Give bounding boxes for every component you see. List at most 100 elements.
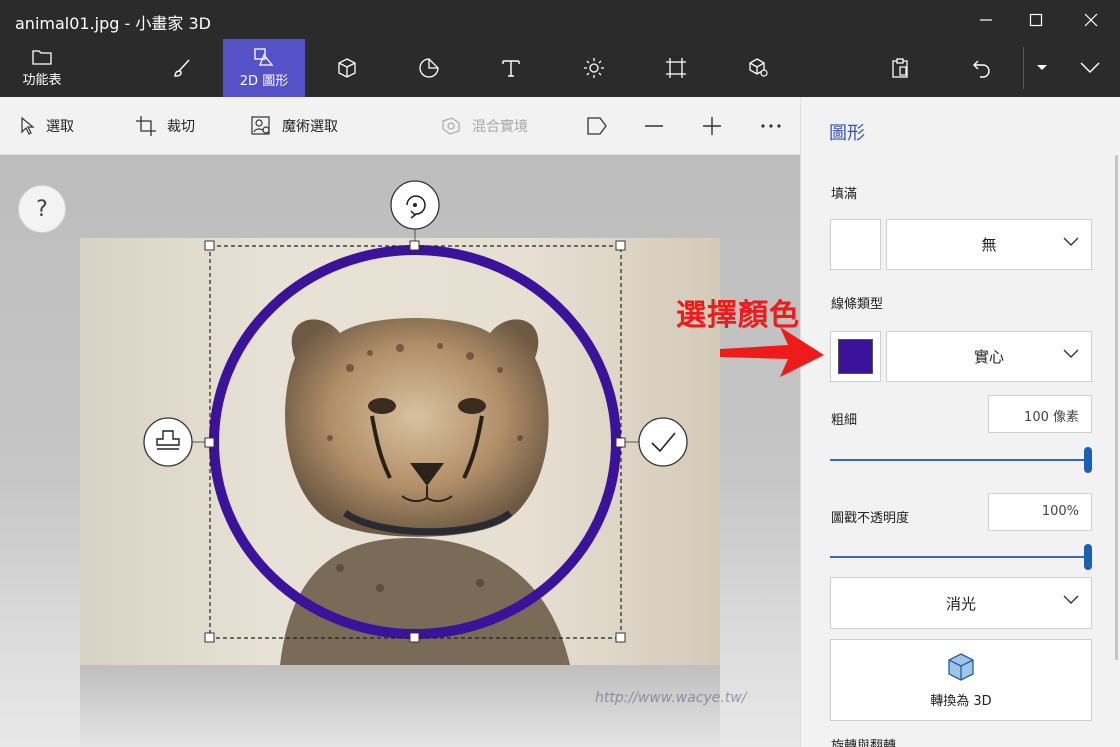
- history-dropdown[interactable]: [1028, 39, 1056, 97]
- window-title: animal01.jpg - 小畫家 3D: [15, 14, 211, 33]
- line-color-swatch[interactable]: [830, 331, 881, 382]
- close-button[interactable]: [1063, 0, 1118, 39]
- text-tool[interactable]: [489, 39, 533, 97]
- flag-shape-icon: [587, 117, 607, 135]
- menu-label: 功能表: [22, 73, 62, 88]
- magic-select-icon: [251, 116, 270, 135]
- resize-handle-s: [409, 632, 420, 643]
- resize-handle-nw: [204, 240, 215, 251]
- 3d-library-tool[interactable]: [736, 39, 780, 97]
- line-type-value: 實心: [973, 348, 1004, 366]
- thickness-input[interactable]: 100 像素: [988, 395, 1092, 433]
- text-icon: [502, 60, 520, 77]
- plus-icon: [703, 117, 721, 135]
- shapes-2d-icon: [254, 48, 274, 66]
- maximize-icon: [1029, 13, 1042, 26]
- 3d-library-icon: [749, 58, 768, 77]
- minimize-button[interactable]: [958, 0, 1013, 39]
- crop-button[interactable]: 裁切: [135, 97, 195, 155]
- resize-handle-sw: [204, 632, 215, 643]
- selection-toolbar: 選取 裁切 魔術選取 混合實境: [0, 97, 800, 155]
- help-label: ?: [36, 196, 48, 222]
- paste-button[interactable]: [878, 39, 922, 97]
- chevron-down-icon: [1063, 237, 1079, 246]
- finish-dropdown[interactable]: 消光: [830, 577, 1092, 629]
- toolbar-divider: [1023, 47, 1024, 89]
- shape-type-button[interactable]: [586, 97, 618, 155]
- opacity-slider-thumb[interactable]: [1084, 544, 1092, 570]
- opacity-label: 圖戳不透明度: [831, 511, 910, 526]
- zoom-in-button[interactable]: [702, 97, 732, 155]
- help-button[interactable]: ?: [18, 185, 66, 233]
- convert-to-3d-button[interactable]: 轉換為 3D: [830, 639, 1092, 721]
- minimize-icon: [979, 18, 992, 21]
- opacity-slider[interactable]: [830, 544, 1092, 570]
- resize-handle-se: [615, 632, 626, 643]
- crop-label: 裁切: [167, 119, 195, 135]
- crop-icon: [136, 116, 156, 136]
- shapes-2d-tool[interactable]: 2D 圖形: [223, 39, 305, 97]
- convert-to-3d-label: 轉換為 3D: [930, 693, 992, 709]
- panel-scrollbar[interactable]: [1115, 155, 1118, 660]
- chevron-down-icon: [1063, 595, 1079, 604]
- magic-select-button[interactable]: 魔術選取: [250, 97, 338, 155]
- shape-properties-panel: 圖形 填滿 無 線條類型 實心 粗細 100 像素 圖戳不透明度 100% 消光…: [800, 97, 1120, 747]
- fill-value: 無: [981, 236, 997, 254]
- selection-overlay: [143, 180, 688, 643]
- canvas-area[interactable]: ?: [0, 155, 800, 747]
- opacity-slider-track: [830, 556, 1092, 558]
- select-label: 選取: [46, 119, 74, 135]
- main-toolbar: 功能表 2D 圖形: [0, 39, 1120, 97]
- finish-value: 消光: [945, 594, 976, 613]
- more-options-button[interactable]: [760, 97, 792, 155]
- caret-down-icon: [1037, 65, 1047, 70]
- stickers-tool[interactable]: [407, 39, 451, 97]
- mixed-reality-label: 混合實境: [472, 119, 528, 135]
- mixed-reality-button[interactable]: 混合實境: [440, 97, 528, 155]
- resize-handle-n: [409, 240, 420, 251]
- minus-icon: [645, 125, 663, 127]
- cube-3d-icon: [948, 652, 974, 681]
- cube-icon: [338, 58, 356, 78]
- rotate-flip-label: 旋轉與翻轉: [831, 739, 897, 747]
- shapes-3d-tool[interactable]: [325, 39, 369, 97]
- stamp-icon: [143, 417, 193, 467]
- cursor-icon: [21, 116, 35, 135]
- confirm-checkmark-icon: [638, 417, 688, 467]
- rotate-handle-icon: [390, 180, 440, 230]
- fill-label: 填滿: [831, 187, 858, 202]
- thickness-slider-thumb[interactable]: [1084, 447, 1092, 473]
- mixed-reality-icon: [442, 117, 460, 135]
- fill-color-swatch[interactable]: [830, 219, 881, 270]
- watermark: http://www.wacye.tw/: [595, 690, 747, 706]
- canvas-tool[interactable]: [654, 39, 698, 97]
- line-type-label: 線條類型: [831, 297, 884, 312]
- close-icon: [1084, 13, 1097, 26]
- more-icon: [761, 124, 781, 128]
- effects-tool[interactable]: [572, 39, 616, 97]
- clipboard-icon: [892, 58, 908, 78]
- sun-icon: [584, 58, 604, 78]
- menu-button[interactable]: 功能表: [10, 39, 74, 97]
- thickness-label: 粗細: [831, 413, 858, 428]
- maximize-button[interactable]: [1008, 0, 1063, 39]
- shapes-2d-label: 2D 圖形: [239, 74, 289, 89]
- undo-icon: [973, 60, 990, 78]
- resize-handle-e: [615, 437, 626, 448]
- panel-title: 圖形: [829, 123, 865, 144]
- folder-icon: [32, 50, 52, 65]
- crop-frame-icon: [666, 58, 686, 78]
- undo-button[interactable]: [960, 39, 1004, 97]
- fill-dropdown[interactable]: 無: [886, 219, 1092, 270]
- thickness-slider[interactable]: [830, 447, 1092, 473]
- chevron-down-icon: [1080, 62, 1100, 74]
- resize-handle-ne: [615, 240, 626, 251]
- thickness-slider-track: [830, 459, 1092, 461]
- expand-toolbar-button[interactable]: [1070, 39, 1110, 97]
- sticker-icon: [419, 58, 439, 78]
- line-type-dropdown[interactable]: 實心: [886, 331, 1092, 382]
- select-button[interactable]: 選取: [20, 97, 74, 155]
- brushes-tool[interactable]: [160, 39, 204, 97]
- opacity-input[interactable]: 100%: [988, 493, 1092, 531]
- zoom-out-button[interactable]: [644, 97, 674, 155]
